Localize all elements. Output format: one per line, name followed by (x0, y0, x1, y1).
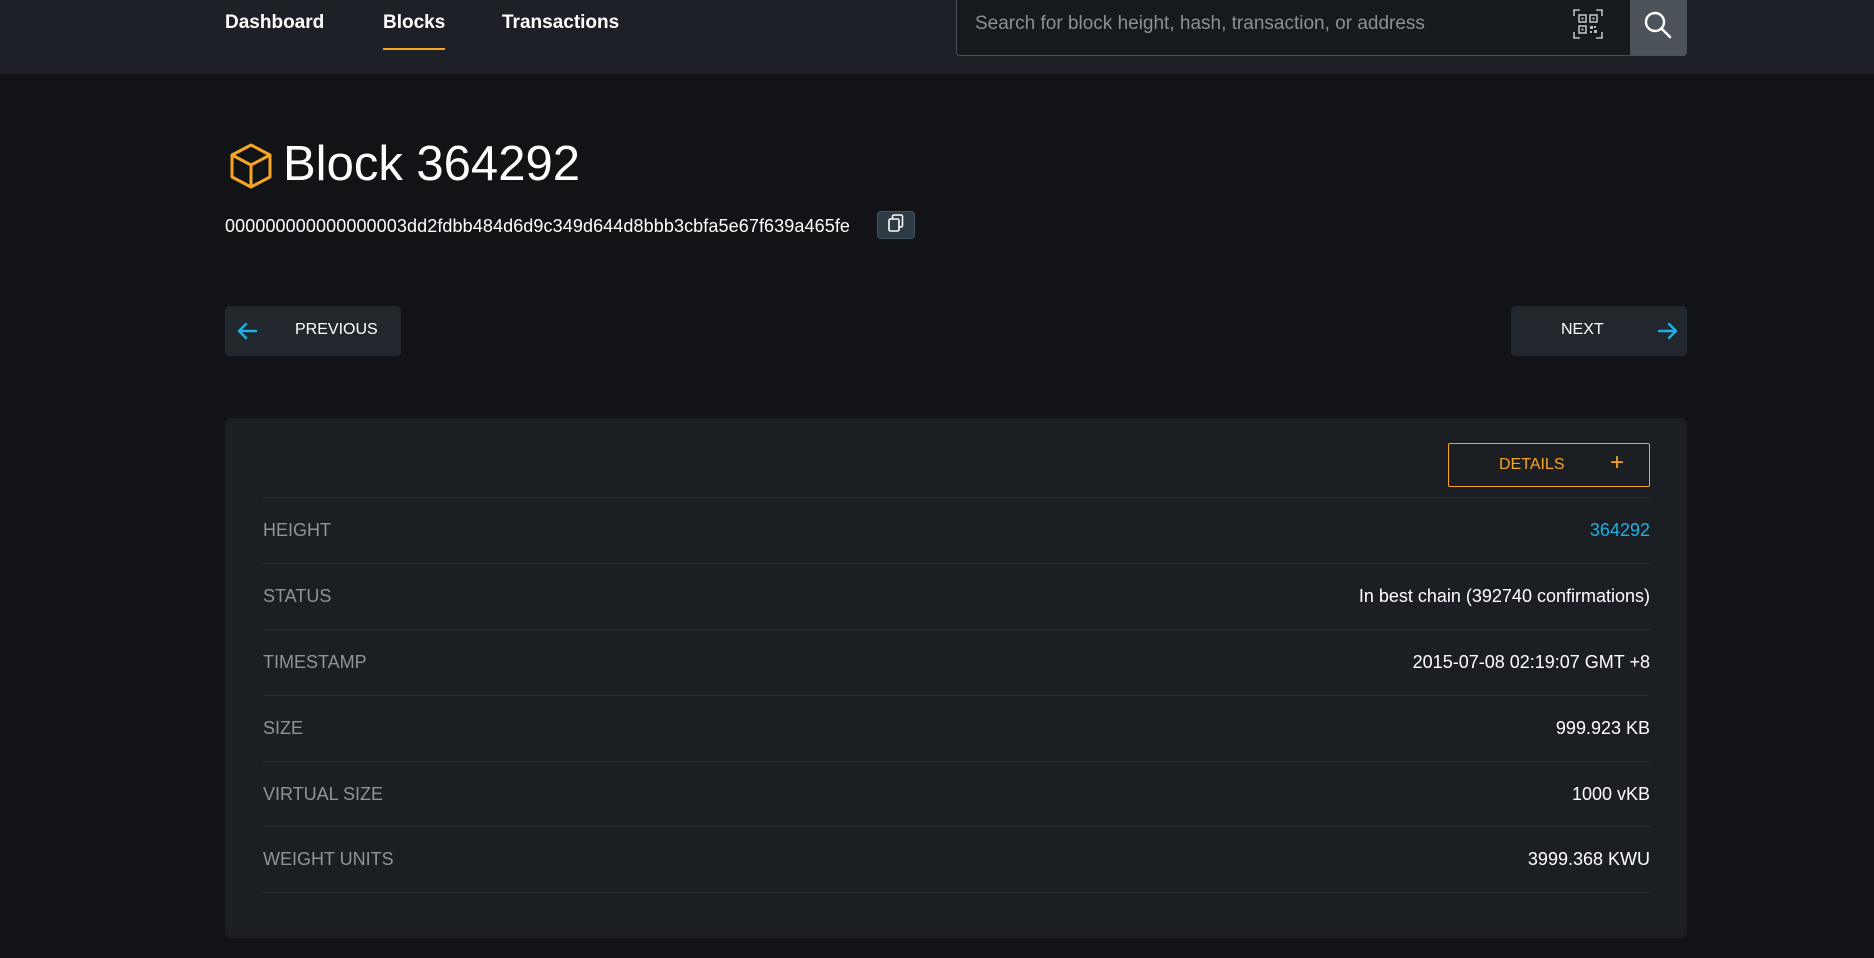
row-value: 999.923 KB (1555, 718, 1650, 738)
detail-row-divider (263, 892, 1650, 958)
row-value: 3999.368 KWU (1527, 849, 1650, 869)
cube-icon (227, 142, 275, 190)
detail-row-timestamp: TIMESTAMP 2015-07-08 02:19:07 GMT +8 (263, 629, 1650, 695)
details-toggle-button[interactable]: DETAILS + (1448, 443, 1650, 487)
row-label: HEIGHT (263, 520, 332, 540)
search-input[interactable] (973, 9, 1533, 39)
nav-transactions[interactable]: Transactions (502, 12, 619, 34)
arrow-right-icon (1657, 320, 1679, 342)
qr-code-icon[interactable] (1573, 9, 1603, 39)
row-value: In best chain (392740 confirmations) (1358, 586, 1650, 606)
top-navigation-bar: Dashboard Blocks Transactions (0, 0, 1874, 74)
arrow-left-icon (236, 320, 258, 342)
row-value: 2015-07-08 02:19:07 GMT +8 (1412, 652, 1650, 672)
copy-hash-button[interactable] (877, 211, 915, 239)
next-label: NEXT (1561, 321, 1604, 338)
search-bar (956, 0, 1687, 56)
row-label: STATUS (263, 586, 332, 606)
search-icon (1643, 10, 1673, 45)
detail-row-height: HEIGHT 364292 (263, 497, 1650, 563)
detail-row-virtual-size: VIRTUAL SIZE 1000 vKB (263, 761, 1650, 827)
page-title: Block 364292 (283, 137, 580, 191)
detail-row-size: SIZE 999.923 KB (263, 695, 1650, 761)
previous-label: PREVIOUS (295, 321, 378, 338)
search-button[interactable] (1630, 0, 1686, 55)
row-label: SIZE (263, 718, 304, 738)
row-label: TIMESTAMP (263, 652, 367, 672)
nav-blocks[interactable]: Blocks (383, 12, 446, 50)
block-hash: 000000000000000003dd2fdbb484d6d9c349d644… (225, 216, 851, 236)
detail-row-weight-units: WEIGHT UNITS 3999.368 KWU (263, 826, 1650, 892)
next-block-button[interactable]: NEXT (1511, 306, 1687, 356)
nav-dashboard[interactable]: Dashboard (225, 12, 324, 34)
block-details-card: DETAILS + HEIGHT 364292 STATUS In best c… (225, 418, 1687, 938)
row-label: VIRTUAL SIZE (263, 784, 384, 804)
plus-icon: + (1610, 449, 1625, 476)
previous-block-button[interactable]: PREVIOUS (225, 306, 401, 356)
detail-row-status: STATUS In best chain (392740 confirmatio… (263, 563, 1650, 629)
row-value: 1000 vKB (1571, 784, 1650, 804)
details-label: DETAILS (1499, 456, 1565, 473)
height-link[interactable]: 364292 (1590, 520, 1650, 541)
copy-icon (888, 213, 904, 237)
row-label: WEIGHT UNITS (263, 849, 394, 869)
